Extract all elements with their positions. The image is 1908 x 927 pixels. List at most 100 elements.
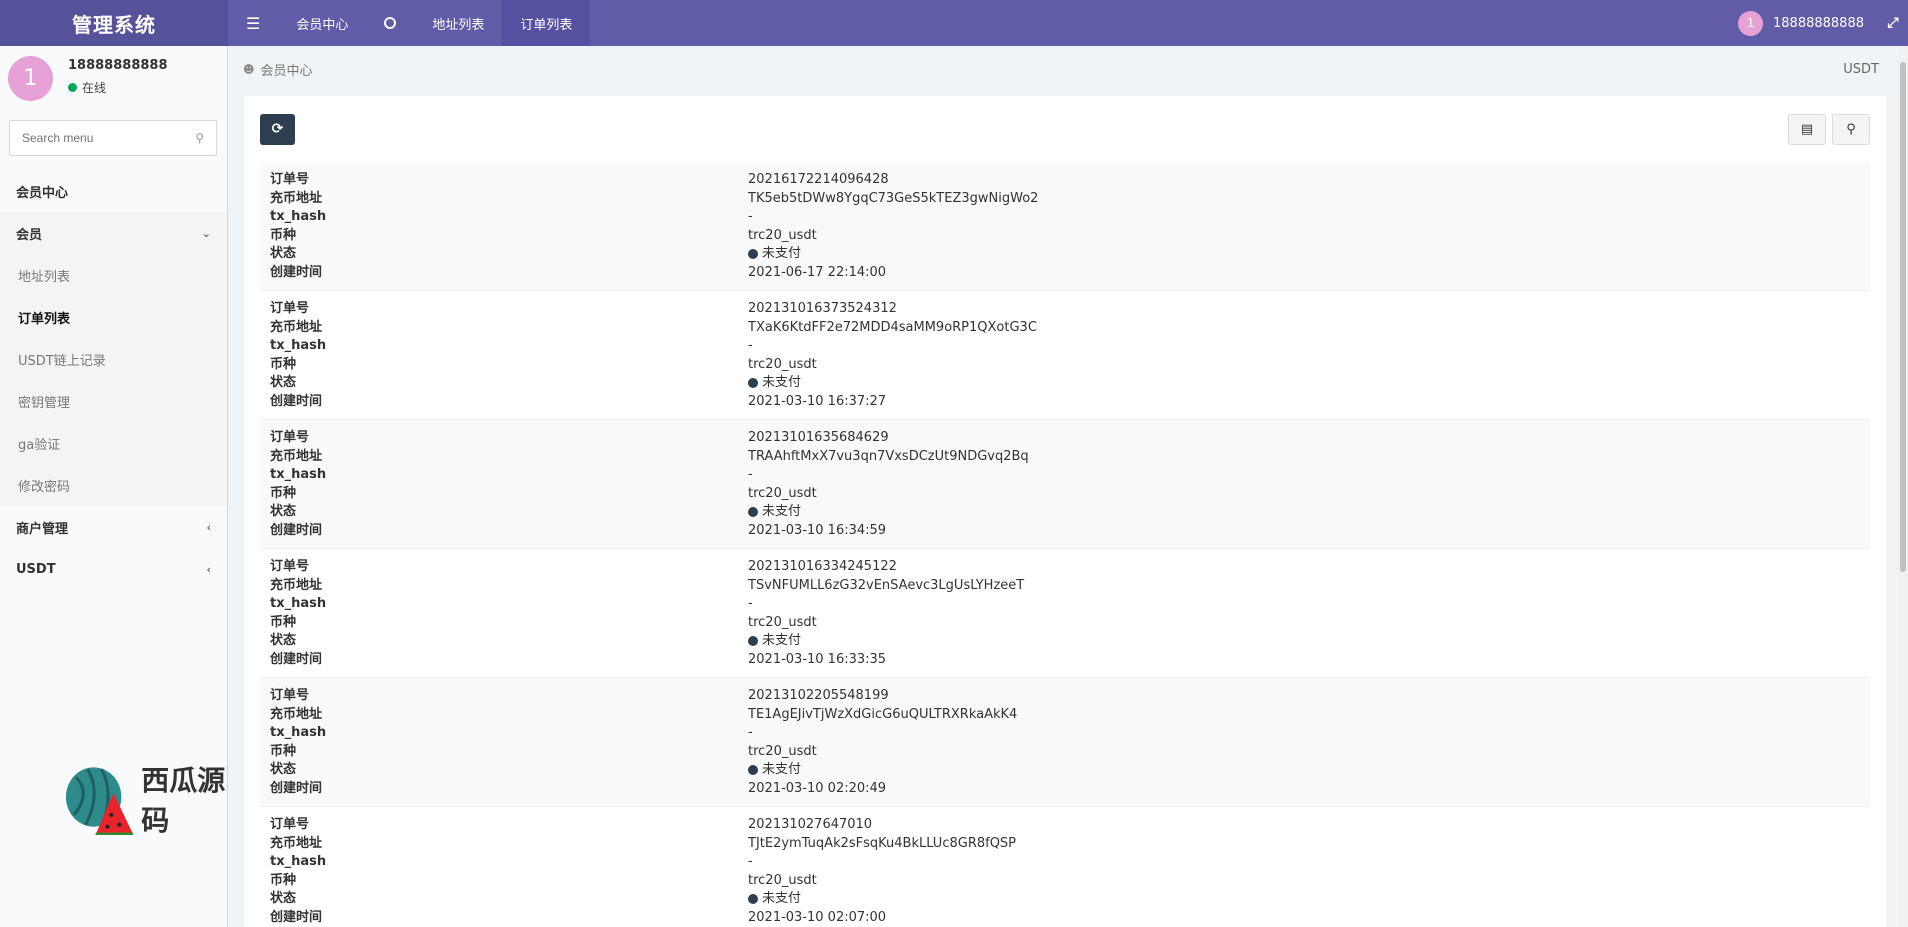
field-value-created: 2021-03-10 16:34:59 — [748, 522, 887, 538]
field-label-status: 状态 — [270, 246, 297, 261]
page-scrollbar[interactable] — [1898, 46, 1908, 927]
field-value-status: 未支付 — [748, 503, 1029, 522]
field-value-tx-hash: - — [748, 725, 753, 740]
field-value-coin: trc20_usdt — [748, 485, 817, 501]
sidebar-item-member-center[interactable]: 会员中心 — [0, 170, 227, 212]
field-label-status: 状态 — [270, 633, 297, 648]
field-value-address: TRAAhftMxX7vu3qn7VxsDCzUt9NDGvq2Bq — [748, 448, 1029, 464]
field-label-address: 充币地址 — [270, 190, 323, 206]
top-tab-order-list[interactable]: 订单列表 — [502, 0, 591, 46]
field-label-order-no: 订单号 — [270, 301, 310, 316]
field-value-address: TXaK6KtdFF2e72MDD4saMM9oRP1QXotG3C — [748, 319, 1037, 335]
sidebar-toggle-button[interactable]: ☰ — [228, 0, 278, 46]
toggle-view-button[interactable]: ▤ — [1788, 113, 1826, 145]
search-input[interactable] — [22, 131, 196, 145]
watermelon-icon — [65, 767, 134, 835]
top-tab-address-list[interactable]: 地址列表 — [414, 0, 502, 46]
online-dot-icon — [68, 83, 77, 92]
toolbar-tools: ▤ ⚲ — [1788, 113, 1870, 145]
field-label-tx-hash: tx_hash — [270, 209, 327, 224]
field-label-order-no: 订单号 — [270, 172, 310, 187]
chevron-down-icon: ⌄ — [201, 226, 211, 240]
user-menu[interactable]: 1 18888888888 — [1724, 10, 1878, 36]
sidebar-item-usdt-records[interactable]: USDT链上记录 — [0, 338, 227, 380]
field-labels: 订单号 充币地址 tx_hash 币种 状态 创建时间 — [270, 816, 748, 926]
field-label-order-no: 订单号 — [270, 688, 310, 703]
status-label: 在线 — [82, 81, 107, 95]
sidebar-item-usdt[interactable]: USDT ‹ — [0, 548, 227, 590]
status-dot-icon — [748, 894, 758, 905]
sidebar-item-label: 会员 — [16, 227, 43, 243]
sidebar-username: 18888888888 — [68, 58, 168, 73]
refresh-button[interactable]: ⟳ — [260, 113, 295, 145]
sidebar-item-change-password[interactable]: 修改密码 — [0, 464, 227, 506]
sidebar-item-address-list[interactable]: 地址列表 — [0, 254, 227, 296]
breadcrumb-current[interactable]: 会员中心 — [260, 60, 312, 79]
field-value-order-no: 202131016373524312 — [748, 301, 897, 316]
list-item: 订单号 充币地址 tx_hash 币种 状态 创建时间 202131027647010 TJt… — [260, 807, 1870, 927]
field-value-address: TE1AgEJivTjWzXdGicG6uQULTRXRkaAkK4 — [748, 706, 1018, 722]
status-dot-icon — [748, 249, 758, 260]
field-value-status: 未支付 — [748, 374, 1037, 393]
top-nav: ☰ 会员中心 地址列表 订单列表 — [228, 0, 591, 46]
field-value-created: 2021-03-10 16:33:35 — [748, 651, 887, 667]
field-value-status: 未支付 — [748, 632, 1024, 651]
field-value-order-no: 20216172214096428 — [748, 172, 889, 187]
order-panel: ⟳ ▤ ⚲ 订单号 充币地址 tx_hash 币种 状态 创建时间 202161722140… — [244, 96, 1886, 927]
refresh-tab-button[interactable] — [366, 0, 414, 46]
field-value-coin: trc20_usdt — [748, 356, 817, 372]
breadcrumb-right: USDT — [1843, 61, 1879, 77]
field-value-status: 未支付 — [748, 761, 1017, 780]
field-value-coin: trc20_usdt — [748, 227, 817, 243]
search-icon[interactable]: ⚲ — [195, 131, 204, 145]
fullscreen-button[interactable]: ⤢ — [1878, 15, 1908, 31]
search-button[interactable]: ⚲ — [1832, 113, 1870, 145]
list-item: 订单号 充币地址 tx_hash 币种 状态 创建时间 20213101635684629 T… — [260, 420, 1870, 549]
field-label-status: 状态 — [270, 504, 297, 519]
field-value-order-no: 202131027647010 — [748, 817, 873, 832]
field-label-address: 充币地址 — [270, 835, 323, 851]
field-values: 20213102205548199 TE1AgEJivTjWzXdGicG6uQU… — [748, 687, 1017, 797]
sidebar-item-member[interactable]: 会员 ⌄ — [0, 212, 227, 254]
circle-icon — [384, 17, 397, 29]
avatar: 1 — [1738, 10, 1764, 36]
field-values: 20216172214096428 TK5eb5tDWw8YgqC73GeS5kT… — [748, 171, 1038, 281]
list-item: 订单号 充币地址 tx_hash 币种 状态 创建时间 202131016334245122… — [260, 549, 1870, 678]
sidebar-item-label: 商户管理 — [16, 521, 69, 537]
field-values: 202131016334245122 TSvNFUMLL6zG32vEnSAevc… — [748, 558, 1024, 668]
watermark-logo: 西瓜源码 — [62, 762, 252, 837]
field-label-status: 状态 — [270, 375, 297, 390]
sidebar-item-label: USDT — [16, 561, 56, 577]
field-label-status: 状态 — [270, 891, 297, 906]
field-labels: 订单号 充币地址 tx_hash 币种 状态 创建时间 — [270, 429, 748, 539]
field-label-created: 创建时间 — [270, 264, 323, 280]
search-box: ⚲ — [9, 120, 217, 156]
field-value-coin: trc20_usdt — [748, 614, 817, 630]
field-label-address: 充币地址 — [270, 706, 323, 722]
field-label-created: 创建时间 — [270, 909, 323, 925]
field-label-coin: 币种 — [270, 743, 297, 759]
top-tab-member-center[interactable]: 会员中心 — [278, 0, 366, 46]
brand-logo[interactable]: 管理系统 — [0, 0, 228, 46]
sidebar-item-ga-verify[interactable]: ga验证 — [0, 422, 227, 464]
chevron-left-icon: ‹ — [206, 520, 211, 534]
status-dot-icon — [748, 378, 758, 389]
field-label-coin: 币种 — [270, 614, 297, 630]
field-values: 202131027647010 TJtE2ymTuqAk2sFsqKu4BkLLU… — [748, 816, 1016, 926]
field-value-coin: trc20_usdt — [748, 743, 817, 759]
sidebar-item-key-management[interactable]: 密钥管理 — [0, 380, 227, 422]
field-labels: 订单号 充币地址 tx_hash 币种 状态 创建时间 — [270, 558, 748, 668]
field-label-coin: 币种 — [270, 872, 297, 888]
field-label-address: 充币地址 — [270, 448, 323, 464]
field-value-created: 2021-03-10 16:37:27 — [748, 393, 887, 409]
hamburger-icon: ☰ — [246, 13, 261, 33]
user-icon: ☻ — [243, 62, 255, 76]
field-value-tx-hash: - — [748, 467, 753, 482]
sidebar-item-merchant[interactable]: 商户管理 ‹ — [0, 506, 227, 548]
status-text: 未支付 — [762, 375, 802, 390]
sidebar-item-order-list[interactable]: 订单列表 — [0, 296, 227, 338]
field-label-tx-hash: tx_hash — [270, 725, 327, 740]
field-value-order-no: 202131016334245122 — [748, 559, 897, 574]
user-status: 在线 — [68, 79, 168, 96]
scrollbar-thumb[interactable] — [1900, 62, 1906, 572]
